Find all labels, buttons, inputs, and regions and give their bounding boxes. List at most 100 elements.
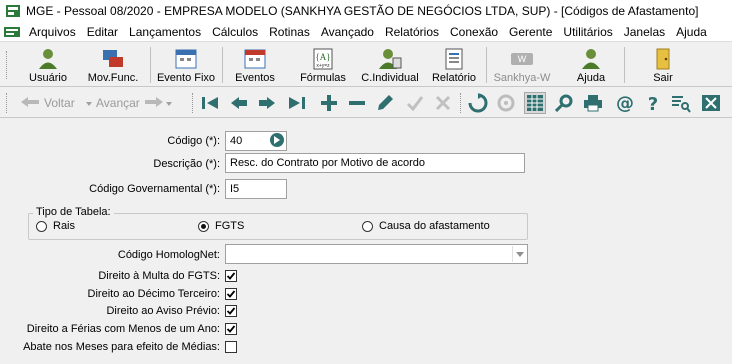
codigo-gov-value: I5 [230,183,240,195]
radio-rais-label: Rais [53,220,76,232]
report-icon [442,48,466,70]
radio-circle [36,220,47,232]
relatorio-button[interactable]: Relatório [430,45,478,85]
chevron-down-icon[interactable] [512,246,526,262]
dropdown-small-icon [86,96,92,110]
edit-record-icon[interactable] [374,92,396,114]
codigo-label: Código (*): [167,135,220,147]
movfunc-label: Mov.Func. [87,72,139,84]
usuario-button[interactable]: Usuário [20,45,76,85]
codigo-gov-field[interactable]: I5 [225,179,287,199]
menu-avancado[interactable]: Avançado [316,25,380,39]
remove-record-icon[interactable] [346,92,368,114]
codigo-gov-label: Código Governamental (*): [89,183,220,195]
avancar-label: Avançar [96,96,140,110]
radio-fgts[interactable]: FGTS [198,220,244,232]
svg-text:{A}: {A} [315,52,330,62]
menu-utilitarios[interactable]: Utilitários [558,25,618,39]
voltar-button[interactable]: Voltar [20,95,75,111]
forward-arrow-icon [144,96,164,111]
formulas-button[interactable]: {A} x+y=z Fórmulas [296,45,350,85]
eventos-button[interactable]: Eventos [228,45,282,85]
menu-gerente[interactable]: Gerente [504,25,558,39]
usuario-label: Usuário [29,72,67,84]
radio-circle-selected [198,220,209,232]
move-employee-icon [101,48,125,70]
menu-ajuda[interactable]: Ajuda [671,25,713,39]
back-arrow-icon [20,96,40,111]
menu-calculos[interactable]: Cálculos [207,25,264,39]
menu-relatorios[interactable]: Relatórios [380,25,445,39]
sankhya-w-icon: W [510,48,534,70]
sair-button[interactable]: Sair [640,45,686,85]
window-title: MGE - Pessoal 08/2020 - EMPRESA MODELO (… [26,4,699,18]
system-menu-icon[interactable] [4,26,20,38]
ajuda-label: Ajuda [576,72,606,84]
avancar-button[interactable]: Avançar [86,95,172,111]
relatorio-label: Relatório [431,72,477,84]
refresh-icon[interactable] [467,92,489,114]
menu-conexao[interactable]: Conexão [445,25,504,39]
filter-search-icon[interactable] [670,92,692,114]
multa-fgts-checkbox[interactable] [225,270,237,282]
last-record-icon[interactable] [286,92,308,114]
svg-text:@: @ [616,93,634,113]
menu-rotinas[interactable]: Rotinas [264,25,316,39]
codigo-value: 40 [230,135,243,147]
voltar-label: Voltar [44,96,75,110]
homolognet-label: Código HomologNet: [117,249,220,261]
email-at-icon[interactable]: @ [614,92,636,114]
menu-janelas[interactable]: Janelas [619,25,671,39]
check-label-ferias: Direito a Férias com Menos de um Ano: [26,323,220,335]
menu-arquivos[interactable]: Arquivos [24,25,82,39]
evento-fixo-button[interactable]: Evento Fixo [154,45,218,85]
ferias-menos-ano-checkbox[interactable] [225,323,237,335]
help-question-icon[interactable]: ? [642,92,664,114]
user-icon [36,48,60,70]
prev-record-icon[interactable] [228,92,250,114]
movfunc-button[interactable]: Mov.Func. [84,45,142,85]
radio-causa-label: Causa do afastamento [379,220,490,232]
confirm-check-icon[interactable] [404,92,426,114]
grid-view-icon[interactable] [524,92,546,114]
add-record-icon[interactable] [318,92,340,114]
toolbar-separator [222,47,223,83]
gear-disabled-icon[interactable] [495,92,517,114]
calendar-fixed-icon [174,48,198,70]
title-bar: MGE - Pessoal 08/2020 - EMPRESA MODELO (… [0,0,732,22]
app-icon [6,5,20,17]
menu-editar[interactable]: Editar [82,25,124,39]
print-icon[interactable] [582,92,604,114]
radio-rais[interactable]: Rais [36,220,75,232]
menu-lancamentos[interactable]: Lançamentos [124,25,207,39]
aviso-previo-checkbox[interactable] [225,305,237,317]
toolbar-separator [624,47,625,83]
help-user-icon [579,48,603,70]
radio-circle [362,220,373,232]
export-excel-icon[interactable] [700,92,722,114]
exit-icon [651,48,675,70]
search-icon[interactable] [553,92,575,114]
toolbar-separator [486,47,487,83]
check-mark-icon [226,325,236,333]
decimo-terceiro-checkbox[interactable] [225,288,237,300]
first-record-icon[interactable] [199,92,221,114]
radio-causa-afastamento[interactable]: Causa do afastamento [362,220,490,232]
homolognet-combo[interactable] [225,244,528,264]
ajuda-button[interactable]: Ajuda [566,45,616,85]
lookup-arrow-icon[interactable] [269,132,285,148]
cancel-x-icon[interactable] [432,92,454,114]
eventos-label: Eventos [235,72,275,84]
check-mark-icon [226,290,236,298]
descricao-field[interactable]: Resc. do Contrato por Motivo de acordo [225,153,525,173]
descricao-value: Resc. do Contrato por Motivo de acordo [230,157,426,169]
c-individual-button[interactable]: C.Individual [360,45,420,85]
dropdown-small-icon [165,96,172,110]
next-record-icon[interactable] [256,92,278,114]
main-toolbar: Usuário Mov.Func. Evento Fixo Eventos {A… [0,43,732,87]
sankhya-w-button[interactable]: W Sankhya-W [490,45,554,85]
descricao-label: Descrição (*): [153,158,220,170]
abate-medias-checkbox[interactable] [225,341,237,353]
navigation-toolbar: Voltar Avançar @ ? [0,88,732,118]
check-mark-icon [226,272,236,280]
